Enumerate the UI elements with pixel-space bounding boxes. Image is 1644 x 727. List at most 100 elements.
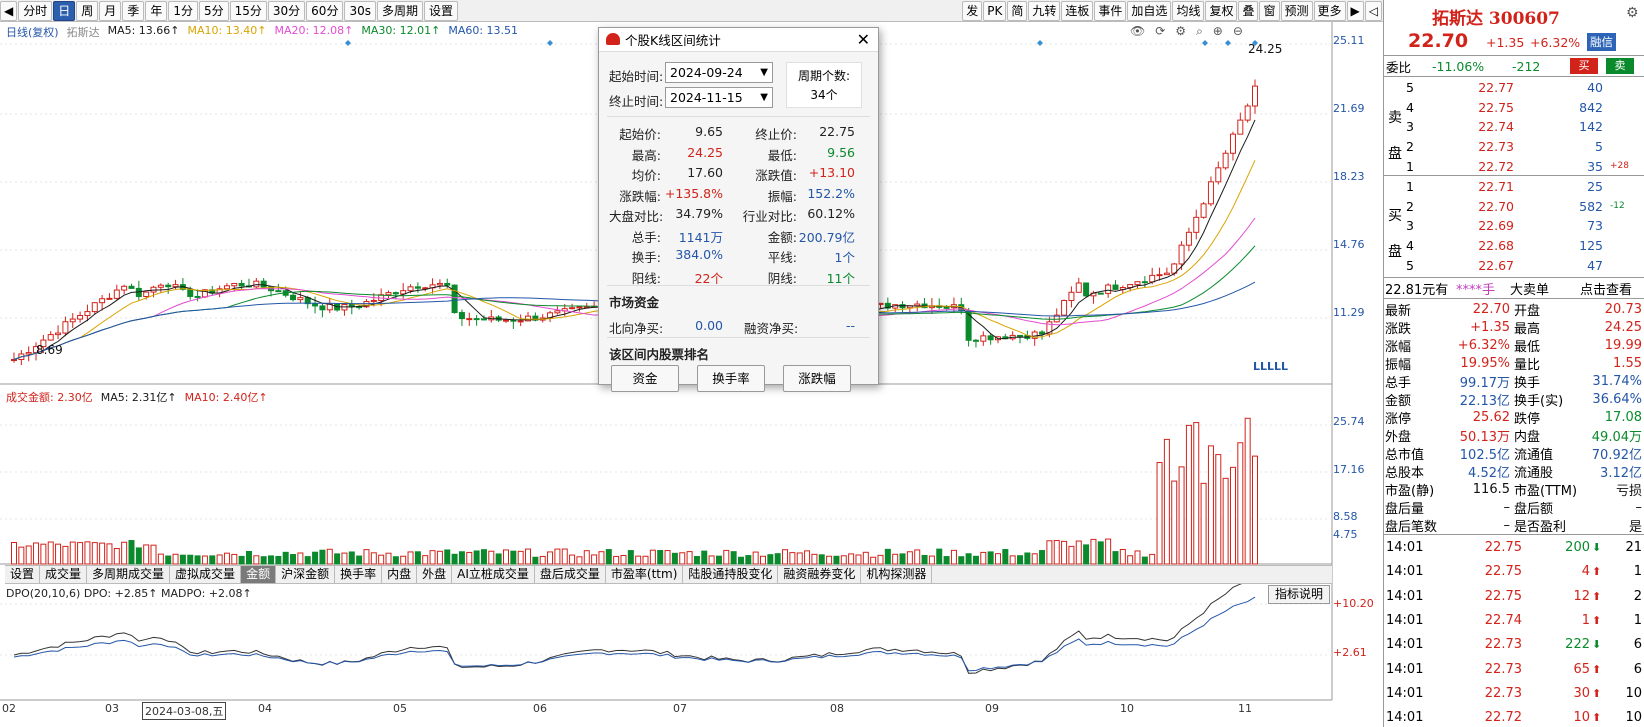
volume-bar: [77, 542, 84, 565]
function-button-4[interactable]: 连板: [1061, 0, 1094, 21]
volume-bar: [194, 555, 201, 565]
period-button-10[interactable]: 60分: [306, 0, 344, 21]
volume-bar: [400, 555, 407, 565]
function-button-9[interactable]: 叠: [1238, 0, 1259, 21]
asks-level[interactable]: 1 22.72 35 +28: [1384, 157, 1644, 176]
indicator-tab-3[interactable]: 虚拟成交量: [170, 566, 242, 583]
period-button-0[interactable]: 分时: [18, 0, 53, 21]
indicator-tab-10[interactable]: 盘后成交量: [535, 566, 606, 583]
kline-candle: [987, 335, 994, 341]
collapse-icon[interactable]: ◁: [1364, 0, 1382, 21]
field-value: 19.99: [1604, 338, 1642, 353]
indicator-tab-4[interactable]: 金额: [241, 566, 277, 583]
nav-left-icon[interactable]: ◀: [0, 0, 18, 21]
tick-row: 14:01 22.75 200 ⬇ 21: [1384, 538, 1644, 557]
function-button-2[interactable]: 简: [1007, 0, 1028, 21]
function-button-8[interactable]: 复权: [1205, 0, 1238, 21]
margin-tag[interactable]: 融信: [1587, 33, 1616, 51]
bids-volume: 47: [1587, 257, 1603, 273]
indicator-tab-1[interactable]: 成交量: [40, 566, 88, 583]
function-button-3[interactable]: 九转: [1028, 0, 1061, 21]
field-label: 盘后量: [1385, 502, 1425, 517]
bids-level[interactable]: 2 22.70 582 -12: [1384, 197, 1644, 216]
indicator-tab-8[interactable]: 外盘: [417, 566, 453, 583]
indicator-tab-14[interactable]: 机构探测器: [861, 566, 933, 583]
kline-candle: [113, 289, 120, 299]
asks-level[interactable]: 5 22.77 40: [1384, 78, 1644, 97]
rank-turnover-button[interactable]: 换手率: [697, 365, 765, 392]
indicator-tab-2[interactable]: 多周期成交量: [87, 566, 171, 583]
period-button-4[interactable]: 季: [122, 0, 145, 21]
bids-level[interactable]: 4 22.68 125: [1384, 236, 1644, 255]
period-button-13[interactable]: 设置: [424, 0, 459, 21]
volume-bar: [106, 543, 113, 565]
function-button-1[interactable]: PK: [983, 0, 1007, 21]
volume-bar: [488, 550, 495, 565]
indicator-tab-0[interactable]: 设置: [5, 566, 41, 583]
indicator-tab-9[interactable]: AI立桩成交量: [452, 566, 535, 583]
rank-change-button[interactable]: 涨跌幅: [783, 365, 851, 392]
function-button-6[interactable]: 加自选: [1127, 0, 1172, 21]
tick-volume: 222: [1565, 637, 1590, 653]
field-value: 是: [1628, 520, 1642, 535]
close-icon[interactable]: ✕: [857, 30, 870, 49]
sell-button[interactable]: 卖: [1606, 58, 1634, 74]
function-button-12[interactable]: 更多: [1313, 0, 1346, 21]
asks-level[interactable]: 3 22.74 142: [1384, 117, 1644, 136]
function-button-10[interactable]: 窗: [1259, 0, 1280, 21]
bids-level[interactable]: 3 22.69 73: [1384, 216, 1644, 235]
bids-level[interactable]: 1 22.71 25: [1384, 177, 1644, 196]
period-button-3[interactable]: 月: [99, 0, 122, 21]
start-date-select[interactable]: 2024-09-24 ▼: [665, 62, 773, 83]
volume-bar: [201, 555, 208, 565]
nav-right-icon[interactable]: ▶: [1346, 0, 1364, 21]
asks-volume: 5: [1595, 139, 1603, 155]
kline-range-stats-dialog: 个股K线区间统计 ✕ 起始时间: 2024-09-24 ▼ 终止时间: 2024-…: [598, 27, 879, 392]
indicator-help-button[interactable]: 指标说明: [1268, 585, 1331, 604]
volume-bar: [840, 555, 847, 565]
indicator-tab-7[interactable]: 内盘: [382, 566, 418, 583]
bids-volume: 73: [1587, 218, 1603, 234]
volume-bar: [84, 541, 91, 565]
period-button-11[interactable]: 30s: [344, 0, 376, 21]
function-button-5[interactable]: 事件: [1094, 0, 1127, 21]
stat-value: +13.10: [808, 165, 855, 180]
indicator-tab-6[interactable]: 换手率: [335, 566, 383, 583]
volume-label[interactable]: 成交金额: 2.30亿: [6, 389, 93, 405]
volume-bar: [899, 553, 906, 565]
bids-level[interactable]: 5 22.67 47: [1384, 256, 1644, 275]
big-order-view-link[interactable]: 点击查看: [1580, 279, 1632, 298]
period-button-1[interactable]: 日: [53, 0, 76, 21]
asks-level[interactable]: 2 22.73 5: [1384, 137, 1644, 156]
period-button-8[interactable]: 15分: [229, 0, 267, 21]
indicator-tab-11[interactable]: 市盈率(ttm): [606, 566, 684, 583]
bids-level-num: 2: [1406, 198, 1414, 214]
big-order-row[interactable]: 22.81元有 ****手 大卖单 点击查看: [1384, 279, 1644, 298]
period-button-7[interactable]: 5分: [198, 0, 229, 21]
asks-level[interactable]: 4 22.75 842: [1384, 98, 1644, 117]
tick-price: 22.73: [1484, 637, 1522, 653]
indicator-tab-5[interactable]: 沪深金额: [276, 566, 336, 583]
period-button-12[interactable]: 多周期: [376, 0, 423, 21]
function-button-11[interactable]: 预测: [1280, 0, 1313, 21]
period-button-6[interactable]: 1分: [168, 0, 198, 21]
function-button-7[interactable]: 均线: [1172, 0, 1205, 21]
indicator-tab-12[interactable]: 陆股通持股变化: [683, 566, 779, 583]
period-button-5[interactable]: 年: [145, 0, 168, 21]
volume-bar: [47, 541, 54, 565]
volume-bar: [936, 548, 943, 565]
buy-button[interactable]: 买: [1570, 58, 1598, 74]
period-button-2[interactable]: 周: [76, 0, 99, 21]
field-label: 跌停: [1514, 412, 1541, 427]
field-value: –: [1503, 518, 1511, 533]
indicator-tab-13[interactable]: 融资融券变化: [778, 566, 862, 583]
end-date-select[interactable]: 2024-11-15 ▼: [665, 87, 773, 108]
function-button-0[interactable]: 发: [962, 0, 983, 21]
volume-bar: [884, 548, 891, 565]
period-button-9[interactable]: 30分: [267, 0, 306, 21]
stat-value: 34.79%: [675, 206, 723, 221]
gear-icon[interactable]: ⚙: [1626, 5, 1639, 21]
asks-volume: 40: [1587, 80, 1603, 95]
kline-candle: [1163, 272, 1170, 276]
rank-fund-button[interactable]: 资金: [611, 365, 679, 392]
